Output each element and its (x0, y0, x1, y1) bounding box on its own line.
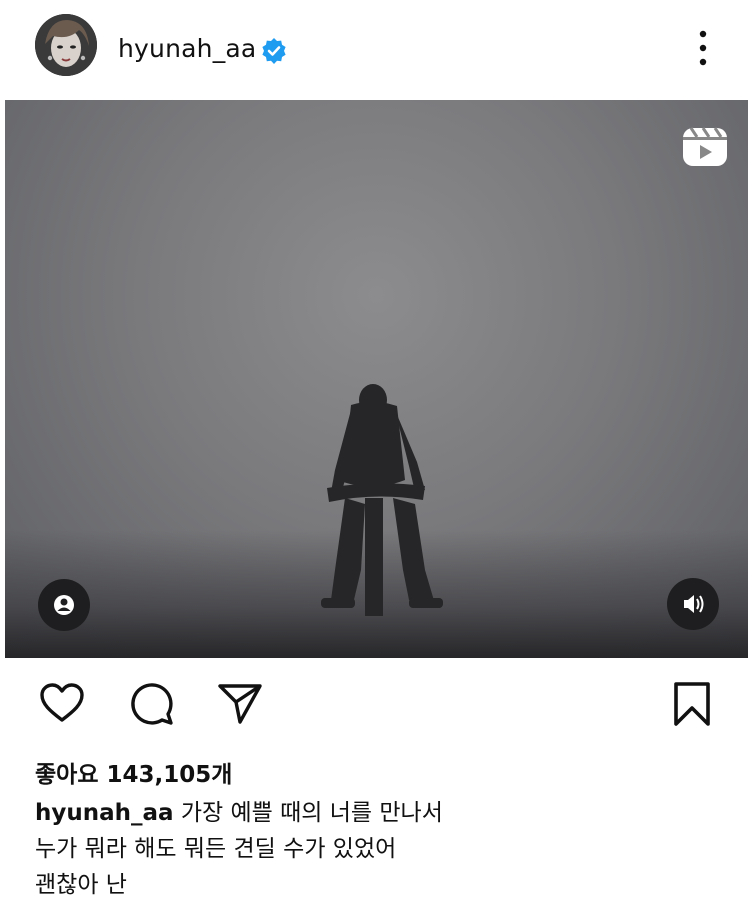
caption: hyunah_aa 가장 예쁠 때의 너를 만나서 누가 뭐라 해도 뭐든 견딜… (35, 795, 735, 903)
caption-line-3: 괜찮아 난 (35, 872, 127, 898)
reels-icon (683, 127, 727, 166)
action-bar (0, 680, 750, 730)
likes-count[interactable]: 좋아요 143,105개 (35, 755, 232, 789)
volume-icon (684, 595, 704, 613)
send-icon[interactable] (216, 680, 264, 728)
caption-username[interactable]: hyunah_aa (35, 800, 174, 826)
user-tag-icon (54, 595, 74, 615)
audio-button[interactable] (667, 578, 719, 630)
post-video[interactable] (5, 100, 748, 658)
heart-icon[interactable] (38, 680, 86, 728)
verified-badge-icon (262, 38, 286, 64)
username[interactable]: hyunah_aa (118, 34, 256, 63)
caption-line-2: 누가 뭐라 해도 뭐든 견딜 수가 있었어 (35, 836, 397, 862)
avatar[interactable] (35, 14, 97, 76)
user-tag-button[interactable] (38, 579, 90, 631)
video-frame (321, 384, 443, 616)
bookmark-icon[interactable] (668, 680, 716, 728)
avatar-image (35, 14, 97, 76)
comment-icon[interactable] (128, 680, 176, 728)
caption-text-1: 가장 예쁠 때의 너를 만나서 (180, 800, 443, 826)
caption-line-1: hyunah_aa 가장 예쁠 때의 너를 만나서 (35, 795, 735, 831)
more-vertical-icon[interactable] (692, 26, 714, 70)
post-header: hyunah_aa (0, 0, 750, 98)
